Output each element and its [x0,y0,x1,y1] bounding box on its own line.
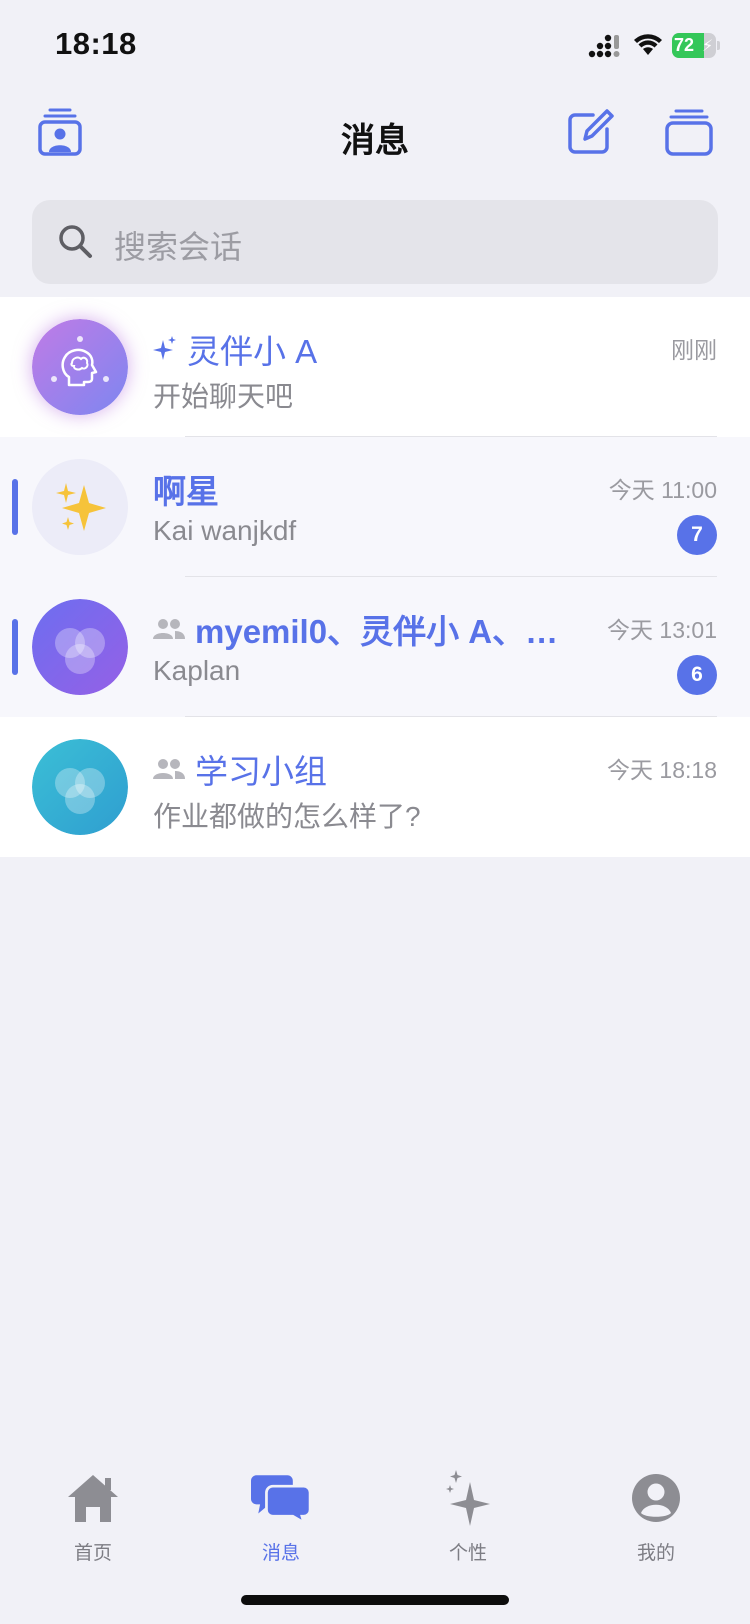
search-icon [59,225,92,258]
wifi-icon [634,34,662,55]
tab-bar: 首页 消息 个性 我的 [0,1450,750,1570]
conversation-name: 学习小组 [195,753,327,790]
conversation-preview: Kaplan [153,655,241,686]
unread-count-badge: 7 [677,515,717,555]
conversation-time: 今天 18:18 [607,757,717,783]
compose-button[interactable] [563,105,617,159]
chat-bubbles-icon [251,1468,311,1528]
group-icon [153,758,185,780]
conversation-preview: 开始聊天吧 [153,381,294,412]
tab-personality[interactable]: 个性 [408,1468,528,1568]
conversation-title: 啊星 [153,467,219,511]
stacked-windows-icon [665,109,713,156]
group-avatar [32,599,128,695]
unread-indicator [12,479,18,535]
status-bar: 18:18 72 ⚡ [0,0,750,90]
tab-label: 首页 [73,1543,112,1564]
charging-bolt-icon: ⚡ [702,38,714,55]
conversation-name: 啊星 [153,473,219,510]
conversation-title: 灵伴小 A [153,327,317,371]
battery-level: 72 [674,35,695,55]
unread-indicator [12,619,18,675]
profile-icon [626,1468,686,1528]
nav-bar: 消息 [0,95,750,170]
battery-indicator: 72 ⚡ [672,33,720,58]
ai-assistant-avatar [32,319,128,415]
sparkles-avatar [32,459,128,555]
page-title: 消息 [341,122,409,160]
tab-messages[interactable]: 消息 [221,1468,341,1568]
search-placeholder: 搜索会话 [114,229,243,265]
windows-button[interactable] [662,105,716,159]
tab-label: 消息 [261,1543,300,1564]
conversation-list: 灵伴小 A 刚刚 开始聊天吧 啊星 今天 11:00 Kai wanjkdf 7 [0,297,750,857]
conversation-row[interactable]: 灵伴小 A 刚刚 开始聊天吧 [0,297,750,437]
tab-label: 个性 [448,1543,487,1564]
conversation-time: 今天 13:01 [607,617,717,643]
conversation-name: 灵伴小 A [187,333,318,370]
conversation-title: myemil0、灵伴小 A、… [153,607,558,651]
cellular-signal-icon [588,34,620,58]
tab-label: 我的 [636,1543,675,1564]
home-icon [63,1468,123,1528]
conversation-row[interactable]: myemil0、灵伴小 A、… 今天 13:01 Kaplan 6 [0,577,750,717]
conversation-name: myemil0、灵伴小 A、… [195,613,559,650]
conversation-row[interactable]: 学习小组 今天 18:18 作业都做的怎么样了? [0,717,750,857]
home-indicator[interactable] [241,1595,509,1605]
conversation-preview: Kai wanjkdf [153,515,297,546]
sparkle-icon [438,1468,498,1528]
conversation-time: 刚刚 [671,337,717,363]
search-input[interactable]: 搜索会话 [32,200,718,284]
status-time: 18:18 [55,26,137,61]
tab-home[interactable]: 首页 [33,1468,153,1568]
sparkle-icon [153,336,177,362]
conversation-preview: 作业都做的怎么样了? [153,801,421,832]
conversation-row[interactable]: 啊星 今天 11:00 Kai wanjkdf 7 [0,437,750,577]
unread-count-badge: 6 [677,655,717,695]
tab-profile[interactable]: 我的 [596,1468,716,1568]
compose-icon [568,109,614,154]
group-avatar [32,739,128,835]
conversation-title: 学习小组 [153,747,327,791]
group-icon [153,618,185,640]
conversation-time: 今天 11:00 [608,477,717,503]
